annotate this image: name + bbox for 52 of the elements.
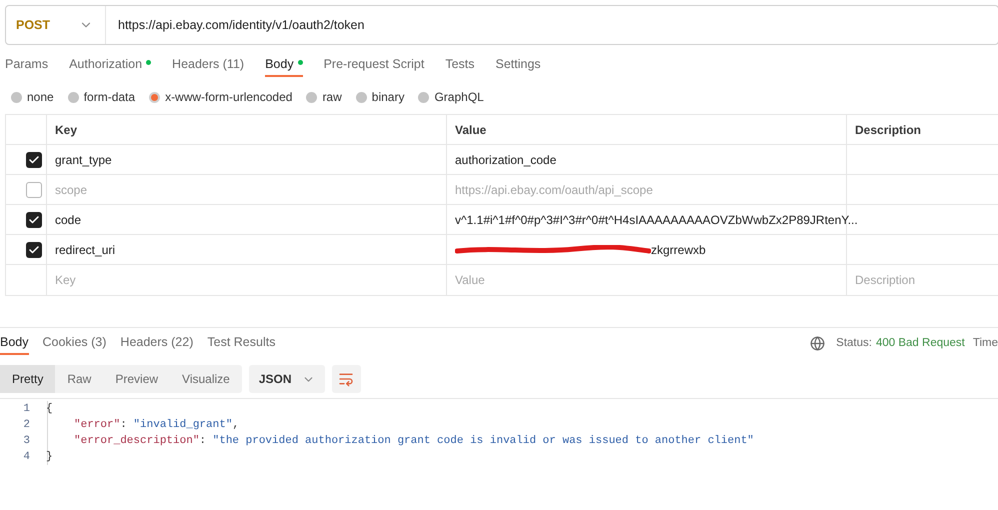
value-cell[interactable]: authorization_code	[455, 150, 556, 168]
response-tab[interactable]: Headers (22)	[120, 332, 194, 355]
body-type-radio[interactable]: raw	[306, 88, 342, 106]
check-icon	[28, 244, 40, 256]
request-tab[interactable]: Headers (11)	[172, 55, 244, 77]
view-mode-tab[interactable]: Preview	[103, 365, 170, 393]
response-tab[interactable]: Body	[0, 332, 28, 355]
column-header: Value	[455, 122, 486, 138]
globe-icon[interactable]	[810, 336, 826, 351]
wrap-text-icon	[338, 371, 354, 387]
response-tab[interactable]: Test Results	[207, 332, 276, 355]
request-tab[interactable]: Settings	[496, 55, 541, 77]
checkbox[interactable]	[26, 152, 42, 168]
line-number: 4	[22, 450, 30, 465]
code-line: "error": "invalid_grant",	[73, 418, 240, 433]
status-label: Status:	[836, 336, 872, 351]
request-tab[interactable]: Params	[5, 55, 48, 77]
body-type-radio[interactable]: none	[11, 88, 54, 106]
body-type-radio[interactable]: binary	[356, 88, 404, 106]
checkbox[interactable]	[26, 212, 42, 228]
line-number: 1	[22, 402, 30, 417]
request-tab[interactable]: Authorization	[69, 55, 152, 77]
request-tab[interactable]: Pre-request Script	[324, 55, 424, 77]
view-mode-tab[interactable]: Raw	[55, 365, 104, 393]
body-type-radio[interactable]: form-data	[68, 88, 136, 106]
checkbox[interactable]	[26, 182, 42, 198]
line-number: 3	[22, 434, 30, 449]
line-number: 2	[22, 418, 30, 433]
status-value: 400 Bad Request	[876, 336, 965, 351]
check-icon	[28, 214, 40, 226]
body-type-radio[interactable]: GraphQL	[418, 88, 484, 106]
value-cell[interactable]: v^1.1#i^1#f^0#p^3#I^3#r^0#t^H4sIAAAAAAAAAOVZbWwbZx2P89JRtenY...	[455, 210, 858, 228]
wrap-button[interactable]	[332, 365, 361, 393]
value-cell[interactable]: zkgrrewxb	[651, 240, 706, 258]
check-icon	[28, 154, 40, 166]
key-cell[interactable]: code	[55, 210, 82, 228]
time-label: Time	[972, 336, 998, 351]
column-header: Description	[855, 122, 922, 138]
code-line: "error_description": "the provided authorization grant code is invalid or was issued to another client"	[73, 434, 754, 449]
view-mode-tab[interactable]: Pretty	[0, 365, 56, 393]
format-dropdown[interactable]: JSON	[248, 365, 325, 393]
request-tab[interactable]: Body	[265, 55, 303, 77]
code-line: }	[46, 450, 53, 465]
checkbox[interactable]	[26, 242, 42, 258]
column-header: Key	[55, 122, 78, 138]
body-type-radio[interactable]: x-www-form-urlencoded	[149, 88, 292, 106]
key-cell[interactable]: grant_type	[55, 150, 112, 168]
response-tab[interactable]: Cookies (3)	[42, 332, 106, 355]
request-tab[interactable]: Tests	[445, 55, 474, 77]
code-line: {	[46, 402, 53, 417]
view-mode-tab[interactable]: Visualize	[170, 365, 242, 393]
key-cell[interactable]: redirect_uri	[55, 240, 116, 258]
